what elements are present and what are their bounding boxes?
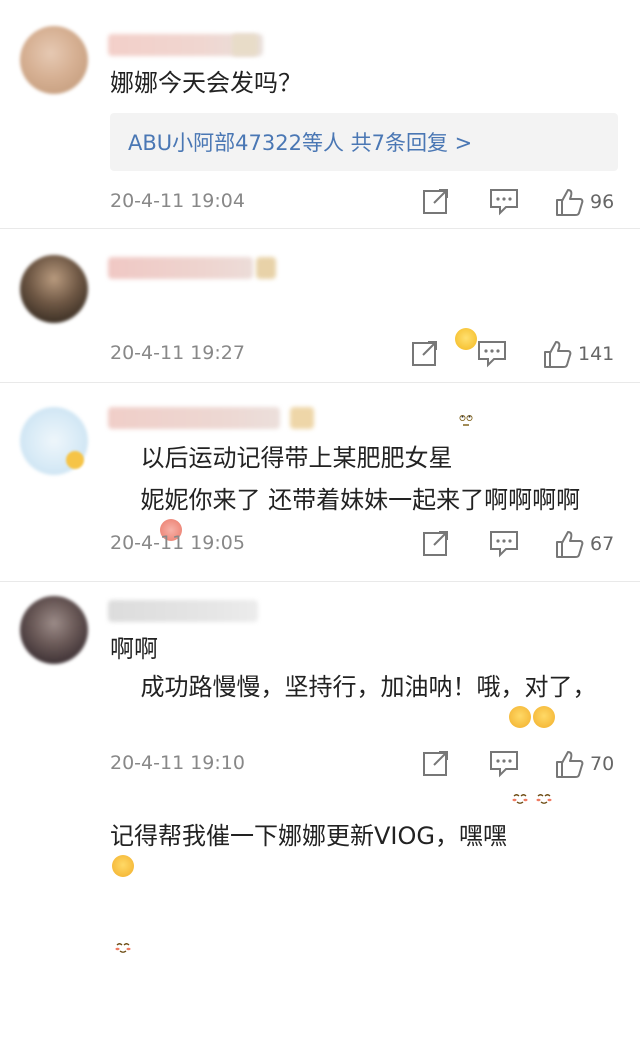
thumbs-up-icon <box>556 751 584 778</box>
thumbs-up-icon <box>556 531 584 558</box>
user-badge <box>256 257 276 279</box>
like-count: 67 <box>590 533 615 555</box>
avatar[interactable] <box>20 255 88 323</box>
comment-meta: 20-4-11 19:04 96 <box>0 184 640 220</box>
avatar[interactable] <box>20 26 88 94</box>
reply-summary-link[interactable]: ABU小阿部47322等人 共7条回复 > <box>128 127 472 157</box>
comment-time: 20-4-11 19:04 <box>110 190 245 212</box>
comment-meta: 20-4-11 19:27 141 <box>0 336 640 372</box>
user-badge <box>290 407 314 429</box>
verified-badge <box>66 451 84 469</box>
comment-meta: 20-4-11 19:10 70 <box>0 746 640 782</box>
comment-text: 成功路慢慢，坚持行，加油呐！哦，对了， 记得帮我催一下娜娜更新VIOG，嘿嘿 <box>110 630 616 1042</box>
comment-icon[interactable] <box>488 186 520 218</box>
comment-item: 成功路慢慢，坚持行，加油呐！哦，对了， 记得帮我催一下娜娜更新VIOG，嘿嘿 2… <box>0 582 640 953</box>
username[interactable] <box>108 407 280 429</box>
share-icon[interactable] <box>421 528 453 560</box>
share-icon[interactable] <box>421 748 453 780</box>
comment-meta: 20-4-11 19:05 67 <box>0 526 640 562</box>
comment-item: 以后运动记得带上某肥肥女星 20-4-11 19:27 141 <box>0 229 640 472</box>
like-count: 141 <box>578 343 615 365</box>
share-icon[interactable] <box>410 338 442 370</box>
comment-time: 20-4-11 19:05 <box>110 532 245 554</box>
reply-summary[interactable]: ABU小阿部47322等人 共7条回复 > <box>110 113 618 171</box>
comment-icon[interactable] <box>488 528 520 560</box>
blush-emoji <box>112 855 134 953</box>
thumbs-up-icon <box>556 189 584 216</box>
comment-icon[interactable] <box>476 338 508 370</box>
username[interactable] <box>108 257 253 279</box>
comment-time: 20-4-11 19:27 <box>110 342 245 364</box>
like-button[interactable]: 96 <box>554 184 614 220</box>
like-count: 96 <box>590 191 615 213</box>
comment-text: 娜娜今天会发吗？ <box>110 69 302 97</box>
user-badge <box>232 34 258 56</box>
username[interactable] <box>108 600 258 622</box>
thumbs-up-icon <box>544 341 572 368</box>
comment-time: 20-4-11 19:10 <box>110 752 245 774</box>
comment-item: 娜娜今天会发吗？ ABU小阿部47322等人 共7条回复 > 20-4-11 1… <box>0 0 640 228</box>
blush-emoji <box>508 706 531 804</box>
like-count: 70 <box>590 753 615 775</box>
like-button[interactable]: 141 <box>542 336 614 372</box>
comment-item: 妮妮你来了 还带着妹妹一起来了啊啊啊啊 啊啊 20-4-11 19:05 67 <box>0 383 640 663</box>
share-icon[interactable] <box>421 186 453 218</box>
like-button[interactable]: 70 <box>554 746 614 782</box>
comment-icon[interactable] <box>488 748 520 780</box>
avatar[interactable] <box>20 596 88 664</box>
blush-emoji <box>532 706 555 804</box>
like-button[interactable]: 67 <box>554 526 614 562</box>
